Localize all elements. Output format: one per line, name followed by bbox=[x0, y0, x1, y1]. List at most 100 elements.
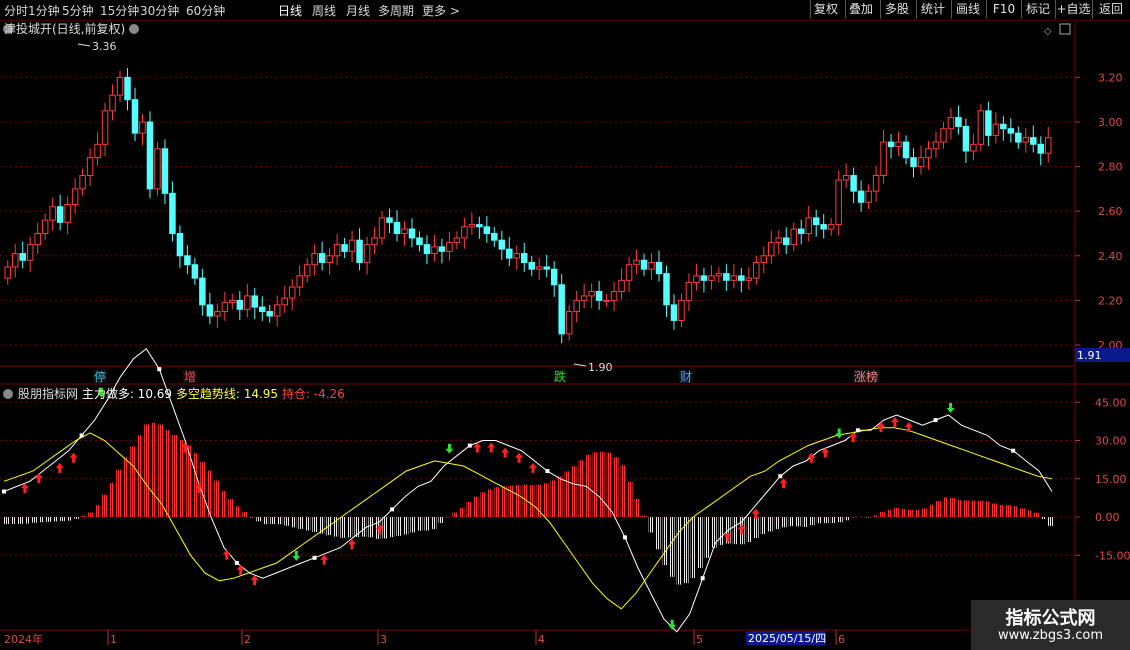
histogram-bar bbox=[599, 451, 605, 517]
histogram-bar bbox=[46, 517, 52, 522]
stock-chart-canvas[interactable]: 3.203.002.802.602.402.202.0045.0030.0015… bbox=[0, 0, 1130, 650]
histogram-bar bbox=[242, 512, 248, 517]
period-tab[interactable]: 15分钟 bbox=[100, 2, 139, 19]
histogram-bar bbox=[60, 517, 66, 522]
histogram-bar bbox=[487, 489, 493, 517]
candle bbox=[985, 110, 992, 136]
period-tab[interactable]: 5分钟 bbox=[62, 2, 94, 19]
timeline-month: 4 bbox=[538, 633, 545, 646]
histogram-bar bbox=[977, 500, 983, 517]
candle bbox=[416, 237, 423, 246]
candle bbox=[393, 221, 401, 235]
candle bbox=[678, 299, 685, 321]
candle bbox=[887, 141, 895, 148]
candle bbox=[191, 264, 199, 279]
indicator-axis-label: 30.00 bbox=[1095, 435, 1127, 448]
histogram-bar bbox=[1005, 505, 1011, 517]
candle bbox=[34, 233, 41, 246]
histogram-bar bbox=[11, 517, 17, 524]
histogram-bar bbox=[788, 517, 794, 527]
signal-dot bbox=[312, 555, 317, 560]
candle bbox=[341, 244, 348, 252]
histogram-bar bbox=[837, 517, 843, 523]
candle bbox=[491, 233, 498, 241]
candle bbox=[423, 244, 431, 255]
timeline-month: 2 bbox=[244, 633, 251, 646]
histogram-bar bbox=[382, 517, 388, 539]
candle bbox=[648, 261, 655, 270]
histogram-bar bbox=[949, 497, 955, 517]
histogram-bar bbox=[998, 504, 1004, 517]
period-tab[interactable]: 60分钟 bbox=[186, 2, 225, 19]
period-tab[interactable]: 月线 bbox=[346, 2, 370, 19]
histogram-bar bbox=[767, 517, 773, 532]
toolbar-button[interactable]: 画线 bbox=[951, 0, 984, 19]
toolbar-button[interactable]: 叠加 bbox=[845, 0, 876, 19]
toolbar-button[interactable]: +自选 bbox=[1055, 0, 1091, 19]
period-tab[interactable]: 周线 bbox=[312, 2, 336, 19]
histogram-bar bbox=[697, 517, 703, 568]
candle bbox=[820, 224, 827, 230]
event-marker-label: 涨榜 bbox=[854, 369, 878, 384]
candle bbox=[603, 299, 610, 302]
diamond-icon[interactable]: ◇ bbox=[1044, 26, 1052, 37]
histogram-bar bbox=[361, 517, 367, 537]
histogram-bar bbox=[270, 517, 276, 524]
signal-dot bbox=[234, 560, 239, 565]
histogram-bar bbox=[466, 501, 472, 517]
candle bbox=[902, 141, 910, 159]
candle bbox=[573, 299, 580, 313]
candle bbox=[738, 275, 745, 281]
histogram-bar bbox=[102, 494, 108, 517]
signal-dot bbox=[700, 576, 705, 581]
histogram-bar bbox=[571, 466, 577, 517]
signal-dot bbox=[157, 367, 162, 372]
event-marker-label: 停 bbox=[94, 369, 106, 384]
period-tab[interactable]: 日线 bbox=[278, 2, 302, 19]
candle bbox=[1045, 137, 1052, 154]
toolbar-button[interactable]: 标记 bbox=[1021, 0, 1054, 19]
histogram-bar bbox=[620, 465, 626, 517]
histogram-bar bbox=[809, 517, 815, 526]
candle bbox=[670, 304, 678, 321]
candle bbox=[663, 273, 670, 306]
candle bbox=[842, 175, 850, 181]
histogram-bar bbox=[81, 515, 87, 517]
period-tab[interactable]: 1分钟 bbox=[28, 2, 60, 19]
candle bbox=[71, 188, 79, 206]
histogram-bar bbox=[389, 517, 395, 538]
histogram-bar bbox=[529, 485, 535, 517]
histogram-bar bbox=[277, 517, 283, 525]
period-tab[interactable]: 30分钟 bbox=[140, 2, 179, 19]
toolbar-button[interactable]: 多股 bbox=[880, 0, 913, 19]
candle bbox=[281, 297, 288, 306]
histogram-bar bbox=[648, 517, 654, 533]
period-tab[interactable]: 多周期 bbox=[378, 2, 414, 19]
toolbar-button[interactable]: 统计 bbox=[916, 0, 949, 19]
toolbar-button[interactable]: 返回 bbox=[1092, 0, 1129, 19]
indicator-axis-label: 0.00 bbox=[1095, 511, 1120, 524]
histogram-bar bbox=[137, 435, 143, 517]
settings-chevron-icon[interactable] bbox=[129, 24, 139, 34]
histogram-bar bbox=[823, 517, 829, 524]
candle bbox=[715, 273, 723, 277]
histogram-bar bbox=[221, 490, 227, 517]
period-tab[interactable]: 分时 bbox=[4, 2, 28, 19]
candle bbox=[131, 99, 139, 134]
candle bbox=[857, 190, 865, 203]
candle bbox=[910, 157, 917, 168]
histogram-bar bbox=[235, 506, 241, 517]
period-tab[interactable]: 更多 > bbox=[422, 2, 460, 19]
toolbar-button[interactable]: 复权 bbox=[810, 0, 841, 19]
histogram-bar bbox=[956, 499, 962, 517]
histogram-bar bbox=[900, 508, 906, 517]
histogram-bar bbox=[676, 517, 682, 585]
histogram-bar bbox=[914, 509, 920, 517]
histogram-bar bbox=[25, 517, 31, 524]
signal-dot bbox=[933, 418, 938, 423]
indicator-menu-icon[interactable] bbox=[3, 389, 13, 399]
candle bbox=[363, 244, 371, 263]
toolbar-button[interactable]: F10 bbox=[986, 0, 1021, 19]
signal-dot bbox=[79, 433, 84, 438]
candle bbox=[917, 157, 925, 168]
